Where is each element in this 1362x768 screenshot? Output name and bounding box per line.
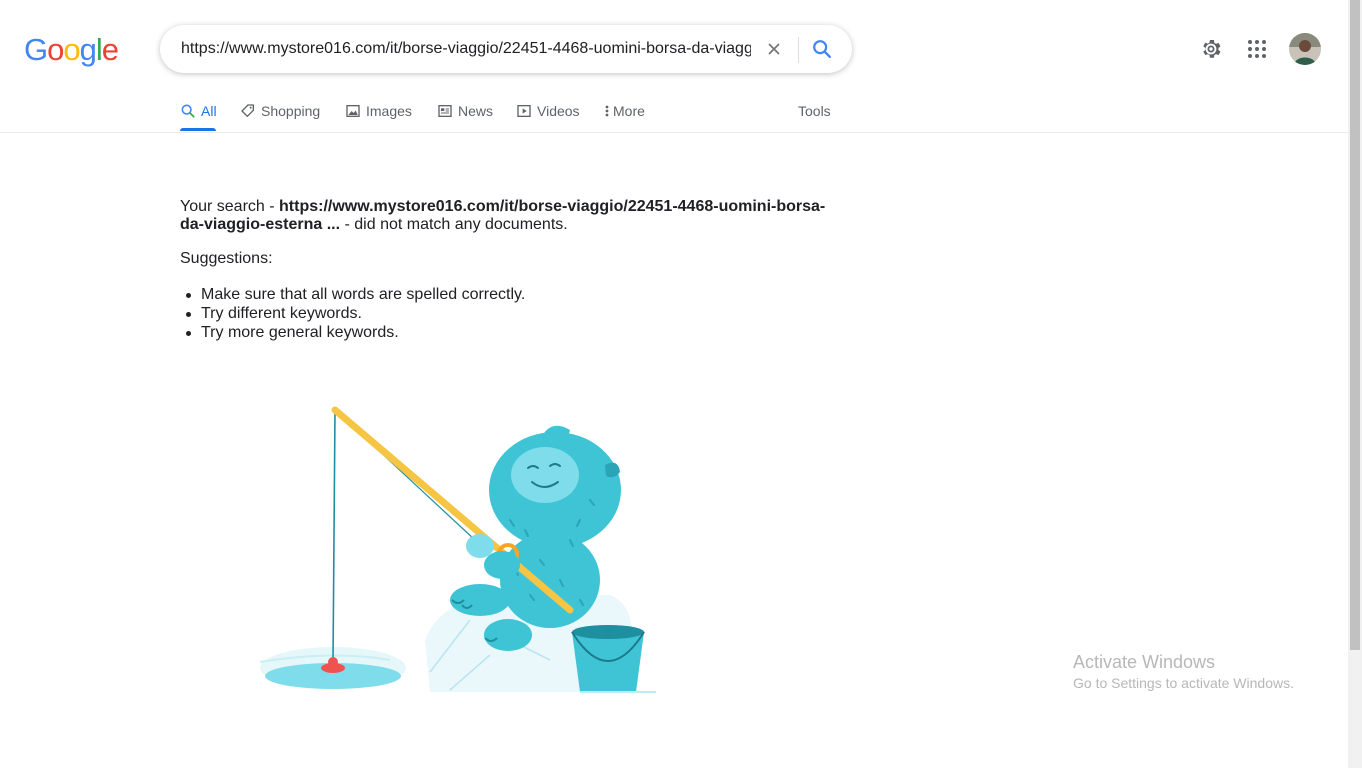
- tab-news[interactable]: News: [437, 90, 493, 132]
- header-divider: [0, 132, 1348, 133]
- tab-label: News: [458, 103, 494, 119]
- suggestions-title: Suggestions:: [180, 250, 273, 267]
- no-results-message: Your search - https://www.mystore016.com…: [180, 198, 840, 234]
- search-box: https://www.mystore016.com/it/borse-viag…: [160, 25, 852, 73]
- tag-icon: [241, 104, 254, 117]
- logo-letter: o: [63, 32, 80, 67]
- video-icon: [517, 105, 531, 117]
- news-icon: [438, 105, 452, 117]
- active-tab-indicator: [180, 128, 216, 131]
- tab-videos[interactable]: Videos: [516, 90, 580, 132]
- windows-activation-watermark: Activate Windows Go to Settings to activ…: [1073, 652, 1294, 692]
- tab-label: Images: [366, 103, 412, 119]
- tab-label: Shopping: [261, 103, 321, 119]
- logo-letter: g: [79, 32, 97, 67]
- tab-label: More: [613, 103, 645, 119]
- more-vert-icon: [605, 105, 609, 117]
- tab-label: Videos: [537, 103, 580, 119]
- search-icon: [813, 40, 831, 58]
- page-scrollbar[interactable]: [1348, 0, 1362, 768]
- list-item: Try different keywords.: [180, 304, 525, 323]
- logo-letter: e: [101, 32, 119, 67]
- logo-letter: G: [24, 32, 48, 67]
- search-button[interactable]: [810, 37, 834, 61]
- tab-label: All: [201, 103, 217, 119]
- list-item: Try more general keywords.: [180, 323, 525, 342]
- message-prefix: Your search -: [180, 198, 280, 215]
- clear-button[interactable]: [762, 37, 786, 61]
- message-suffix: - did not match any documents.: [340, 216, 568, 233]
- tab-shopping[interactable]: Shopping: [240, 90, 320, 132]
- close-icon: [768, 43, 780, 55]
- tab-tools[interactable]: Tools: [798, 90, 831, 132]
- avatar[interactable]: [1289, 33, 1321, 65]
- google-logo[interactable]: Google: [24, 32, 119, 68]
- watermark-subtitle: Go to Settings to activate Windows.: [1073, 675, 1294, 691]
- apps-grid-icon: [1248, 40, 1266, 58]
- apps-button[interactable]: [1245, 37, 1269, 61]
- search-divider: [798, 37, 799, 63]
- search-input[interactable]: https://www.mystore016.com/it/borse-viag…: [181, 25, 751, 73]
- tab-images[interactable]: Images: [345, 90, 412, 132]
- tab-label: Tools: [798, 103, 831, 119]
- search-icon: [181, 104, 195, 118]
- suggestions-list: Make sure that all words are spelled cor…: [180, 285, 525, 342]
- tab-more[interactable]: More: [604, 90, 645, 132]
- settings-button[interactable]: [1199, 37, 1223, 61]
- profile-photo-icon: [1289, 33, 1321, 65]
- fishing-monster-illustration: [259, 406, 656, 693]
- logo-letter: o: [47, 32, 64, 67]
- scrollbar-thumb[interactable]: [1350, 0, 1360, 650]
- tab-all[interactable]: All: [180, 90, 217, 132]
- watermark-title: Activate Windows: [1073, 652, 1216, 672]
- image-icon: [346, 105, 360, 117]
- gear-icon: [1203, 40, 1221, 58]
- list-item: Make sure that all words are spelled cor…: [180, 285, 525, 304]
